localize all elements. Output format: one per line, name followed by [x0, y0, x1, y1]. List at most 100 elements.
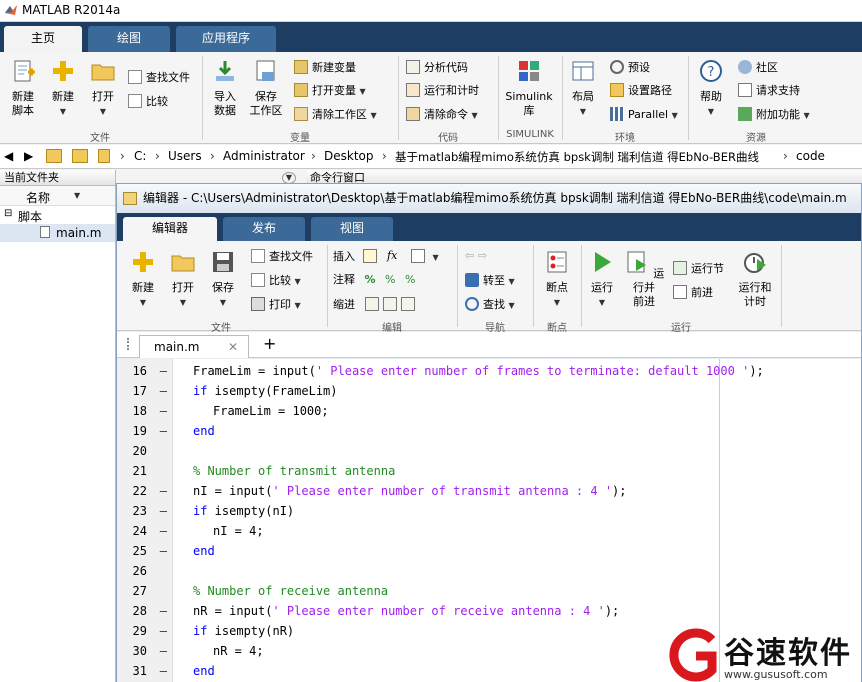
- editor-save-button[interactable]: 保存 ▼: [207, 249, 239, 310]
- breadcrumb-c[interactable]: C:: [134, 149, 146, 163]
- open-button[interactable]: 打开 ▼: [86, 58, 120, 119]
- import-data-button[interactable]: 导入 数据: [208, 58, 242, 118]
- breakpoint-marker[interactable]: —: [160, 381, 167, 401]
- editor-open-button[interactable]: 打开 ▼: [167, 249, 199, 310]
- breakpoint-marker[interactable]: —: [160, 401, 167, 421]
- advance-button[interactable]: 前进: [673, 285, 713, 300]
- community-button[interactable]: 社区: [738, 60, 778, 75]
- simulink-library-button[interactable]: Simulink 库: [504, 58, 554, 118]
- code-line[interactable]: if isempty(nI): [193, 501, 294, 521]
- line-number-text: 17: [132, 384, 147, 398]
- breakpoint-marker[interactable]: —: [160, 481, 167, 501]
- breakpoint-marker[interactable]: —: [160, 501, 167, 521]
- breakpoints-button[interactable]: 断点 ▼: [539, 249, 575, 310]
- code-line[interactable]: % Number of receive antenna: [193, 581, 388, 601]
- open-variable-button[interactable]: 打开变量 ▼: [294, 83, 366, 99]
- tab-view[interactable]: 视图: [311, 217, 393, 241]
- breadcrumb-code[interactable]: code: [796, 149, 825, 163]
- code-line[interactable]: FrameLim = 1000;: [213, 401, 329, 421]
- file-tab-main-m[interactable]: main.m ✕: [139, 335, 249, 358]
- breakpoint-marker[interactable]: —: [160, 521, 167, 541]
- clear-workspace-button[interactable]: 清除工作区 ▼: [294, 107, 377, 123]
- breakpoint-marker[interactable]: —: [160, 621, 167, 641]
- preferences-button[interactable]: 预设: [610, 60, 650, 75]
- back-arrow-icon[interactable]: ◀: [4, 149, 13, 163]
- insert-button[interactable]: 插入: [333, 249, 381, 264]
- breadcrumb-administrator[interactable]: Administrator: [223, 149, 305, 163]
- parallel-icon: [610, 107, 624, 121]
- code-line[interactable]: FrameLim = input(' Please enter number o…: [193, 361, 764, 381]
- breakpoint-marker[interactable]: —: [160, 641, 167, 661]
- set-path-button[interactable]: 设置路径: [610, 83, 672, 98]
- name-column-label: 名称: [26, 191, 51, 205]
- indent-button[interactable]: 缩进: [333, 297, 419, 312]
- advance-icon: [673, 285, 687, 299]
- add-tab-icon[interactable]: +: [263, 334, 276, 353]
- folder-column-header[interactable]: 名称 ▼: [0, 186, 115, 206]
- tab-home[interactable]: 主页: [4, 26, 82, 52]
- run-and-time-button[interactable]: 运行和 计时: [735, 249, 775, 309]
- code-line[interactable]: end: [193, 421, 215, 441]
- breakpoint-marker[interactable]: —: [160, 541, 167, 561]
- run-button[interactable]: 运行 ▼: [585, 249, 619, 310]
- comment-button[interactable]: 注释 % % %: [333, 273, 415, 287]
- code-line[interactable]: % Number of transmit antenna: [193, 461, 395, 481]
- line-number: 24 —: [117, 521, 173, 541]
- code-line[interactable]: nI = 4;: [213, 521, 264, 541]
- folder-group-scripts[interactable]: ⊟ 脚本: [0, 206, 115, 224]
- find-button[interactable]: 查找 ▼: [465, 297, 515, 313]
- tab-apps[interactable]: 应用程序: [176, 26, 276, 52]
- code-token: nR = 4;: [213, 644, 264, 658]
- code-line[interactable]: nR = input(' Please enter number of rece…: [193, 601, 619, 621]
- code-line[interactable]: if isempty(FrameLim): [193, 381, 338, 401]
- editor-print-button[interactable]: 打印 ▼: [251, 297, 301, 313]
- run-and-time-button[interactable]: 运行和计时: [406, 83, 479, 98]
- line-number-text: 19: [132, 424, 147, 438]
- tab-publish[interactable]: 发布: [223, 217, 305, 241]
- new-button[interactable]: 新建 ▼: [46, 58, 80, 119]
- clear-commands-button[interactable]: 清除命令 ▼: [406, 107, 478, 123]
- run-and-advance-button[interactable]: 运行并 前进: [623, 249, 665, 309]
- breakpoint-marker[interactable]: —: [160, 661, 167, 681]
- run-section-button[interactable]: 运行节: [673, 261, 724, 276]
- address-bar[interactable]: ◀ ▶ › C: › Users › Administrator › Deskt…: [0, 145, 862, 169]
- tab-editor[interactable]: 编辑器: [123, 217, 217, 241]
- code-line[interactable]: nI = input(' Please enter number of tran…: [193, 481, 627, 501]
- tab-plots[interactable]: 绘图: [88, 26, 170, 52]
- add-ons-button[interactable]: 附加功能 ▼: [738, 107, 810, 123]
- goto-button[interactable]: 转至 ▼: [465, 273, 515, 289]
- save-workspace-button[interactable]: 保存 工作区: [246, 58, 286, 118]
- new-script-button[interactable]: 新建 脚本: [6, 58, 40, 118]
- close-tab-icon[interactable]: ✕: [228, 336, 238, 358]
- code-line[interactable]: if isempty(nR): [193, 621, 294, 641]
- layout-button[interactable]: 布局 ▼: [566, 58, 600, 119]
- function-icon[interactable]: ▼: [411, 249, 439, 265]
- code-line[interactable]: nR = 4;: [213, 641, 264, 661]
- breakpoint-marker[interactable]: —: [160, 601, 167, 621]
- breadcrumb-desktop[interactable]: Desktop: [324, 149, 374, 163]
- breadcrumb-project-folder[interactable]: 基于matlab编程mimo系统仿真 bpsk调制 瑞利信道 得EbNo-BER…: [395, 149, 759, 165]
- breakpoint-marker[interactable]: —: [160, 361, 167, 381]
- analyze-code-button[interactable]: 分析代码: [406, 60, 468, 75]
- breadcrumb-users[interactable]: Users: [168, 149, 202, 163]
- forward-arrow-icon[interactable]: ▶: [24, 149, 33, 163]
- code-line[interactable]: end: [193, 541, 215, 561]
- breakpoint-marker[interactable]: —: [160, 421, 167, 441]
- find-files-button[interactable]: 查找文件: [128, 70, 190, 85]
- nav-back-forward-icon[interactable]: ⇦ ⇨: [465, 249, 487, 263]
- up-folder-icon[interactable]: [46, 149, 62, 163]
- editor-compare-button[interactable]: 比较 ▼: [251, 273, 301, 289]
- file-item-main-m[interactable]: main.m: [0, 224, 115, 242]
- browse-folder-icon[interactable]: [72, 149, 88, 163]
- line-number-text: 18: [132, 404, 147, 418]
- request-support-button[interactable]: 请求支持: [738, 83, 800, 98]
- collapse-icon[interactable]: ⊟: [4, 208, 12, 219]
- editor-find-files-button[interactable]: 查找文件: [251, 249, 313, 264]
- compare-button[interactable]: 比较: [128, 94, 168, 109]
- editor-new-button[interactable]: 新建 ▼: [127, 249, 159, 310]
- fx-button[interactable]: fx: [387, 249, 397, 263]
- parallel-button[interactable]: Parallel ▼: [610, 107, 678, 123]
- code-line[interactable]: end: [193, 661, 215, 681]
- new-variable-button[interactable]: 新建变量: [294, 60, 356, 75]
- help-button[interactable]: ? 帮助 ▼: [694, 58, 728, 119]
